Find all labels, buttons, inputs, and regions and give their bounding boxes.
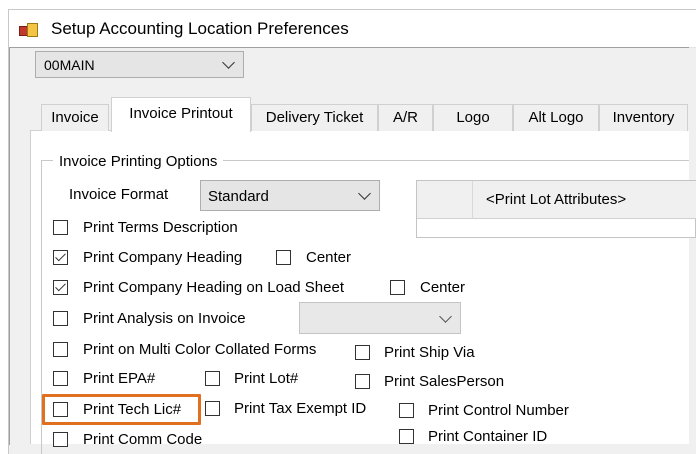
print-company-heading-checkbox[interactable] — [53, 250, 68, 265]
print-multi-color-label: Print on Multi Color Collated Forms — [83, 341, 317, 358]
print-container-id-checkbox[interactable] — [399, 429, 414, 444]
load-sheet-center-checkbox[interactable] — [390, 280, 405, 295]
print-company-heading-label: Print Company Heading — [83, 249, 243, 266]
chevron-down-icon — [439, 310, 452, 323]
print-analysis-checkbox[interactable] — [53, 311, 68, 326]
print-lot-label: Print Lot# — [234, 370, 299, 387]
invoice-format-value: Standard — [208, 188, 269, 205]
invoice-format-dropdown[interactable]: Standard — [200, 180, 380, 211]
print-container-id-label: Print Container ID — [428, 428, 548, 445]
print-multi-color-checkbox[interactable] — [53, 342, 68, 357]
analysis-dropdown[interactable] — [299, 302, 461, 334]
tab-delivery-ticket[interactable]: Delivery Ticket — [251, 104, 378, 131]
lot-attributes-header[interactable]: <Print Lot Attributes> — [473, 181, 696, 219]
print-comm-code-label: Print Comm Code — [83, 431, 203, 448]
print-ship-via-label: Print Ship Via — [384, 344, 475, 361]
highlight-box — [42, 394, 201, 425]
print-heading-load-sheet-label: Print Company Heading on Load Sheet — [83, 279, 345, 296]
tab-logo[interactable]: Logo — [433, 104, 513, 131]
chevron-down-icon — [222, 56, 235, 69]
window-title: Setup Accounting Location Preferences — [51, 19, 349, 38]
print-salesperson-checkbox[interactable] — [355, 374, 370, 389]
tab-inventory[interactable]: Inventory — [599, 104, 688, 131]
location-dropdown[interactable]: 00MAIN — [35, 51, 244, 78]
company-heading-center-checkbox[interactable] — [276, 250, 291, 265]
group-title: Invoice Printing Options — [53, 153, 224, 170]
print-heading-load-sheet-checkbox[interactable] — [53, 280, 68, 295]
location-value: 00MAIN — [44, 57, 95, 73]
print-tax-exempt-label: Print Tax Exempt ID — [234, 400, 367, 417]
company-heading-center-label: Center — [306, 249, 352, 266]
print-control-number-checkbox[interactable] — [399, 403, 414, 418]
print-epa-label: Print EPA# — [83, 370, 156, 387]
print-lot-checkbox[interactable] — [205, 371, 220, 386]
tab-invoice-printout[interactable]: Invoice Printout — [111, 97, 251, 132]
print-tax-exempt-checkbox[interactable] — [205, 401, 220, 416]
chevron-down-icon — [358, 187, 371, 200]
print-terms-checkbox[interactable] — [53, 220, 68, 235]
tab-invoice[interactable]: Invoice — [41, 104, 109, 131]
print-terms-label: Print Terms Description — [83, 219, 238, 236]
app-icon — [19, 23, 38, 37]
print-comm-code-checkbox[interactable] — [53, 432, 68, 447]
tab-alt-logo[interactable]: Alt Logo — [513, 104, 599, 131]
print-salesperson-label: Print SalesPerson — [384, 373, 505, 390]
print-analysis-label: Print Analysis on Invoice — [83, 310, 246, 327]
grid-row-header — [417, 181, 473, 219]
tab-ar[interactable]: A/R — [378, 104, 433, 131]
print-control-number-label: Print Control Number — [428, 402, 569, 419]
lot-attributes-grid[interactable]: <Print Lot Attributes> — [416, 180, 696, 238]
load-sheet-center-label: Center — [420, 279, 466, 296]
print-ship-via-checkbox[interactable] — [355, 345, 370, 360]
title-bar: Setup Accounting Location Preferences — [9, 10, 696, 48]
print-epa-checkbox[interactable] — [53, 371, 68, 386]
invoice-format-label: Invoice Format — [69, 186, 169, 203]
